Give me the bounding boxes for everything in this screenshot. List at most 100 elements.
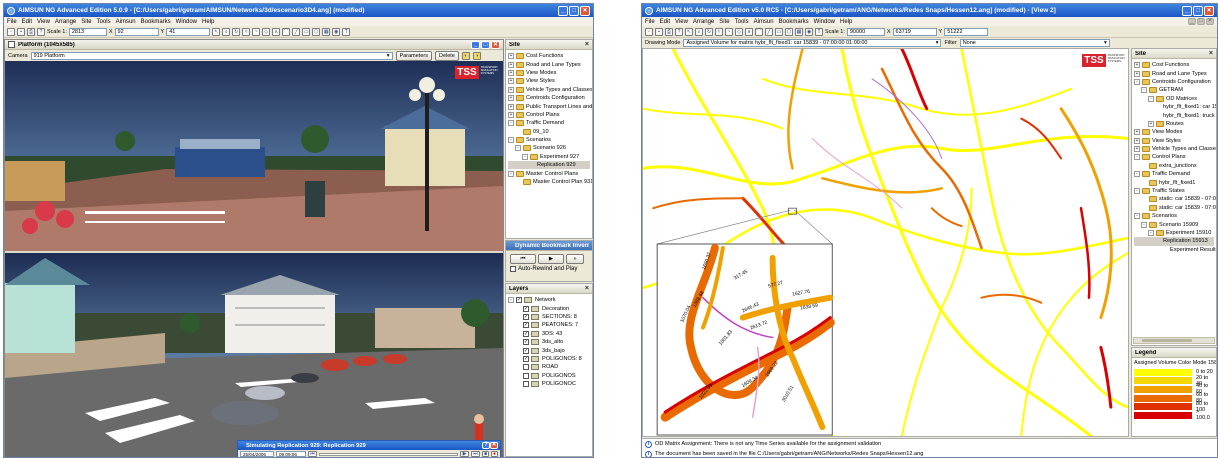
fast-forward-icon[interactable]: ⏭ [471, 451, 480, 457]
layer-visibility-checkbox[interactable]: ✓ [523, 330, 529, 337]
dialog-close-icon[interactable]: ✕ [490, 442, 498, 449]
platform-view-titlebar[interactable]: Platform (1045x585) _ □ ✕ [5, 40, 503, 50]
centroid-tool-icon-right[interactable]: ◉ [805, 27, 813, 36]
help-pointer-icon[interactable]: ? [37, 27, 45, 36]
bookmark-forward-button[interactable]: » [566, 254, 584, 264]
layer-visibility-checkbox[interactable] [523, 364, 529, 371]
menu-arrange-right[interactable]: Arrange [693, 19, 714, 25]
right-site-tree-item[interactable]: Replication 15913 [1134, 237, 1214, 246]
tree-expander-icon[interactable]: - [1141, 87, 1147, 94]
right-site-tree-item[interactable]: + Vehicle Types and Classes [1134, 145, 1216, 153]
right-site-tree-item[interactable]: static: car 15839 - 07:00:00 01:0... [1134, 195, 1216, 203]
tree-expander-icon[interactable]: + [1134, 137, 1140, 144]
menu-aimsun-right[interactable]: Aimsun [754, 19, 774, 25]
left-title-bar[interactable]: AIMSUN NG Advanced Edition 5.0.9 - [C:/U… [4, 4, 593, 17]
right-site-tree-item[interactable]: - Centroids Configuration [1134, 78, 1214, 86]
tree-expander-icon[interactable]: + [508, 111, 514, 118]
help-pointer-icon-right[interactable]: ? [675, 27, 683, 36]
site-panel-close-icon[interactable]: × [585, 41, 589, 48]
y-coordinate-input[interactable]: 41 [166, 27, 211, 36]
left-site-tree-item[interactable]: - Traffic Demand [508, 119, 590, 127]
rectangle-tool-icon-right[interactable]: ▭ [775, 27, 783, 36]
tree-expander-icon[interactable]: + [1134, 129, 1140, 136]
stop-icon[interactable]: ■ [482, 451, 489, 457]
menu-help[interactable]: Help [202, 19, 214, 25]
left-site-tree-item[interactable]: 09_10 [508, 128, 590, 136]
curve-tool-icon[interactable]: ~ [252, 27, 261, 36]
layers-tree-item[interactable]: -✓3ds_alto [508, 338, 590, 346]
polygon-tool-icon-right[interactable]: ⬠ [785, 27, 793, 36]
layer-visibility-checkbox[interactable]: ✓ [523, 347, 529, 354]
menu-help-right[interactable]: Help [840, 19, 852, 25]
right-site-tree-item[interactable]: + Cost Functions [1134, 61, 1214, 69]
help-icon[interactable]: ? [482, 442, 490, 449]
section-tool-icon-right[interactable]: ≈ [715, 27, 723, 36]
view-minimize-icon[interactable]: _ [471, 40, 480, 49]
menu-window[interactable]: Window [176, 19, 197, 25]
tree-expander-icon[interactable]: + [508, 61, 514, 68]
tree-expander-icon[interactable]: - [508, 120, 514, 127]
menu-tools-right[interactable]: Tools [735, 19, 749, 25]
menu-site-right[interactable]: Site [719, 19, 729, 25]
close-icon[interactable]: ✕ [580, 5, 590, 16]
detector-tool-icon[interactable]: ▦ [322, 27, 331, 36]
layer-visibility-checkbox[interactable]: ✓ [523, 305, 529, 312]
polyline-tool-icon-right[interactable]: ∧ [745, 27, 753, 36]
right-site-tree-item[interactable]: - Control Plans [1134, 153, 1214, 161]
tree-expander-icon[interactable]: - [1148, 230, 1154, 236]
tree-expander-icon[interactable]: + [1134, 62, 1140, 69]
layers-tree-item[interactable]: -✓Decoration [508, 304, 590, 312]
section-tool-icon[interactable]: ≈ [242, 27, 251, 36]
line-tool-icon[interactable]: ╱ [292, 27, 301, 36]
right-site-tree-item[interactable]: + Routes [1134, 120, 1214, 128]
tree-expander-icon[interactable]: - [508, 170, 514, 177]
right-site-tree-item[interactable]: - Traffic Demand [1134, 170, 1214, 178]
site-scroll-thumb[interactable] [1142, 339, 1192, 342]
tree-expander-icon[interactable]: + [508, 95, 514, 102]
y-coordinate-input-right[interactable]: 51222 [944, 27, 989, 36]
left-site-tree-item[interactable]: + Vehicle Types and Classes [508, 86, 592, 94]
new-document-icon[interactable]: ▫ [7, 27, 15, 36]
play-icon[interactable]: ▶ [460, 451, 469, 457]
new-document-icon-right[interactable]: ▫ [645, 27, 653, 36]
tree-expander-icon[interactable]: - [522, 153, 528, 160]
right-site-tree-item[interactable]: hybr_flt_fixed1 [1134, 178, 1214, 186]
parameters-button[interactable]: Parameters [395, 50, 432, 61]
tree-expander-icon[interactable]: - [1134, 154, 1140, 161]
right-site-tree-item[interactable]: Experiment Result 1... [1134, 246, 1216, 254]
right-site-tree-item[interactable]: - Traffic States [1134, 187, 1214, 195]
left-site-tree-item[interactable]: - Master Control Plans [508, 169, 590, 177]
rewind-icon[interactable]: ⏮ [308, 451, 317, 457]
auto-rewind-checkbox[interactable] [510, 266, 516, 272]
right-site-tree-item[interactable]: + View Styles [1134, 137, 1214, 145]
left-site-tree-item[interactable]: - Scenarios [508, 136, 590, 144]
3d-scene-bottom[interactable] [5, 253, 503, 457]
right-site-tree-item[interactable]: + View Modes [1134, 128, 1214, 136]
rotate-icon-right[interactable]: ↻ [705, 27, 713, 36]
site-horizontal-scrollbar[interactable] [1133, 337, 1215, 344]
right-site-tree-item[interactable]: extra_junctions [1134, 162, 1214, 170]
print-icon-right[interactable]: ⎙ [665, 27, 673, 36]
right-site-tree-item[interactable]: static: car 15839 - 07:00:00 01:0... [1134, 204, 1216, 212]
filter-select[interactable]: None ▾ [959, 38, 1110, 47]
rotate-icon[interactable]: ↻ [232, 27, 241, 36]
save-icon[interactable]: ▪ [17, 27, 25, 36]
record-icon[interactable]: ● [491, 451, 498, 457]
left-site-tree-item[interactable]: + Cost Functions [508, 52, 590, 60]
layer-visibility-checkbox[interactable]: ✓ [523, 339, 529, 346]
layer-visibility-checkbox[interactable]: ✓ [523, 322, 529, 329]
layer-visibility-checkbox[interactable] [523, 381, 529, 388]
maximize-icon[interactable]: □ [569, 5, 579, 16]
left-site-tree-item[interactable]: + Road and Lane Types [508, 60, 590, 68]
menu-tools[interactable]: Tools [97, 19, 111, 25]
menu-window-right[interactable]: Window [814, 19, 835, 25]
scale-input[interactable]: 2813 [68, 27, 107, 36]
tree-expander-icon[interactable]: - [1134, 188, 1140, 195]
menu-view-right[interactable]: View [675, 19, 688, 25]
tree-expander-icon[interactable]: - [515, 145, 521, 152]
arc-tool-icon-right[interactable]: ⌒ [755, 27, 763, 36]
layers-tree-item[interactable]: -✓POLIGONOS: 8 [508, 355, 590, 363]
right-site-tree-item[interactable]: - OD Matrices [1134, 95, 1214, 103]
layers-tree-item[interactable]: -ROAD [508, 363, 590, 371]
right-site-tree-item[interactable]: - GETRAM [1134, 86, 1214, 94]
